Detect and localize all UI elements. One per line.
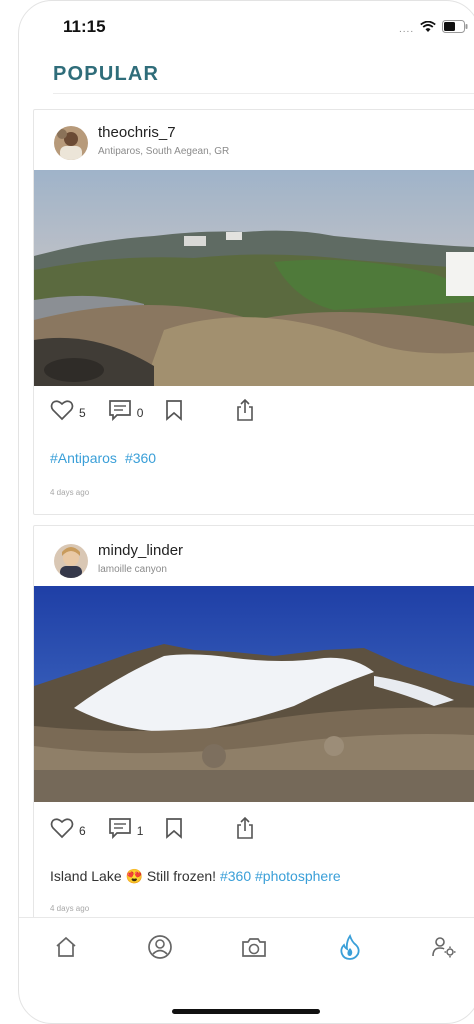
post-location[interactable]: Antiparos, South Aegean, GR bbox=[98, 146, 229, 157]
post-caption: Island Lake 😍 Still frozen! #360 #photos… bbox=[50, 868, 341, 885]
hashtag-link[interactable]: #360 bbox=[125, 450, 156, 466]
post-card: mindy_linder lamoille canyon 6 1 Island … bbox=[33, 525, 474, 927]
heart-eyes-emoji-icon: 😍 bbox=[125, 868, 143, 884]
status-bar: 11:15 .... bbox=[19, 1, 474, 53]
avatar[interactable] bbox=[54, 126, 88, 160]
page-title: POPULAR bbox=[53, 63, 160, 85]
post-tags: #Antiparos #360 bbox=[50, 450, 164, 466]
home-indicator[interactable] bbox=[172, 1009, 320, 1014]
comment-icon bbox=[108, 817, 132, 844]
signal-dots: .... bbox=[399, 23, 415, 35]
caption-text: Island Lake bbox=[50, 868, 122, 884]
post-card: theochris_7 Antiparos, South Aegean, GR bbox=[33, 109, 474, 515]
battery-icon bbox=[442, 20, 468, 38]
bookmark-icon bbox=[165, 817, 183, 844]
bookmark-icon bbox=[165, 399, 183, 426]
share-icon bbox=[235, 816, 255, 845]
heart-icon bbox=[50, 399, 74, 426]
post-location[interactable]: lamoille canyon bbox=[98, 564, 167, 575]
post-timestamp: 4 days ago bbox=[50, 488, 90, 497]
title-divider bbox=[53, 93, 474, 94]
home-icon[interactable] bbox=[51, 932, 81, 962]
share-button[interactable] bbox=[235, 816, 255, 845]
popular-flame-icon[interactable] bbox=[335, 932, 365, 962]
bookmark-button[interactable] bbox=[165, 817, 183, 844]
wifi-icon bbox=[420, 20, 436, 38]
like-count: 6 bbox=[79, 823, 86, 838]
bookmark-button[interactable] bbox=[165, 399, 183, 426]
hashtag-link[interactable]: #360 bbox=[220, 868, 251, 884]
comment-count: 1 bbox=[136, 823, 144, 838]
camera-icon[interactable] bbox=[239, 932, 269, 962]
status-icons: .... bbox=[399, 20, 468, 38]
heart-icon bbox=[50, 817, 74, 844]
post-timestamp: 4 days ago bbox=[50, 904, 90, 913]
comment-button[interactable]: 0 bbox=[108, 399, 144, 426]
comment-count: 0 bbox=[136, 405, 144, 420]
like-button[interactable]: 5 bbox=[50, 399, 86, 426]
post-username[interactable]: theochris_7 bbox=[98, 124, 176, 141]
post-photo-360-lamoille[interactable] bbox=[34, 586, 474, 802]
post-username[interactable]: mindy_linder bbox=[98, 542, 183, 559]
bottom-tab-bar bbox=[19, 917, 474, 978]
status-time: 11:15 bbox=[63, 17, 106, 36]
hashtag-link[interactable]: #Antiparos bbox=[50, 450, 117, 466]
share-button[interactable] bbox=[235, 398, 255, 427]
profile-icon[interactable] bbox=[145, 932, 175, 962]
like-button[interactable]: 6 bbox=[50, 817, 86, 844]
comment-icon bbox=[108, 399, 132, 426]
share-icon bbox=[235, 398, 255, 427]
avatar[interactable] bbox=[54, 544, 88, 578]
hashtag-link[interactable]: #photosphere bbox=[255, 868, 341, 884]
phone-frame: 11:15 .... POPULAR theochris_7 Antiparos… bbox=[18, 0, 474, 1024]
comment-button[interactable]: 1 bbox=[108, 817, 144, 844]
settings-icon[interactable] bbox=[429, 932, 459, 962]
caption-rest: Still frozen! bbox=[146, 868, 217, 884]
post-actions: 6 1 bbox=[50, 816, 277, 845]
post-photo-360-antiparos[interactable] bbox=[34, 170, 474, 386]
post-actions: 5 0 bbox=[50, 398, 277, 427]
like-count: 5 bbox=[79, 405, 86, 420]
